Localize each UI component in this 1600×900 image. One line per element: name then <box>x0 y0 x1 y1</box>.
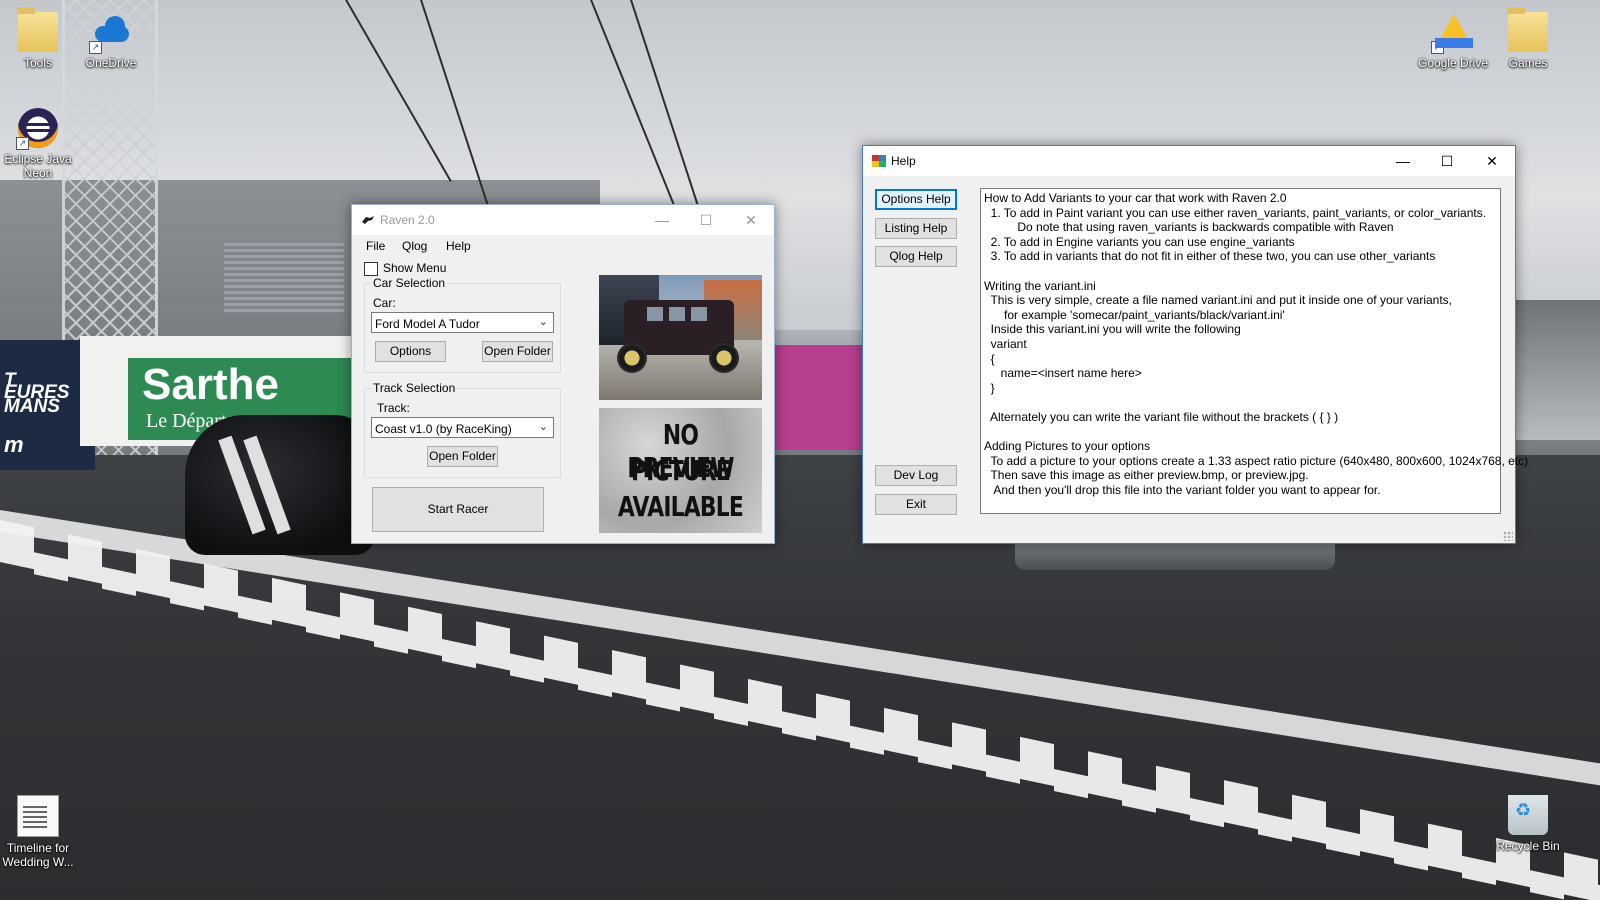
checkbox-box[interactable] <box>364 262 378 276</box>
group-label: Track Selection <box>371 381 458 395</box>
help-line: { <box>984 351 995 366</box>
document-icon <box>17 795 59 837</box>
track-selected-value: Coast v1.0 (by RaceKing) <box>375 422 512 436</box>
car-windows <box>647 307 663 321</box>
banner-text: m <box>4 432 24 457</box>
options-button[interactable]: Options <box>375 341 446 362</box>
no-preview-text: PICTURE <box>630 454 731 487</box>
options-help-button[interactable]: Options Help <box>875 189 957 210</box>
race-car <box>185 415 375 555</box>
track-preview-image: NO PREVIEW PICTURE AVAILABLE <box>599 408 762 533</box>
desktop-icon-label: Eclipse Java Neon <box>4 152 72 180</box>
shortcut-arrow-icon: ↗ <box>16 137 29 150</box>
desktop-icon-label: Recycle Bin <box>1496 839 1560 853</box>
desktop-icon-tools[interactable]: Tools <box>0 7 76 70</box>
start-racer-button[interactable]: Start Racer <box>372 487 544 532</box>
car-wheel <box>617 343 647 373</box>
maximize-button[interactable]: ☐ <box>683 205 729 235</box>
car-select[interactable]: Ford Model A Tudor ⌄ <box>371 312 554 333</box>
car-open-folder-button[interactable]: Open Folder <box>482 341 553 362</box>
qlog-help-button[interactable]: Qlog Help <box>875 246 957 267</box>
help-line: How to Add Variants to your car that wor… <box>984 191 1287 205</box>
group-label: Car Selection <box>371 276 448 290</box>
window-title: Help <box>891 154 916 168</box>
onedrive-cloud-icon: ↗ <box>89 12 131 54</box>
help-line: 3. To add in variants that do not fit in… <box>984 249 1436 264</box>
menu-bar: File Qlog Help <box>352 235 774 257</box>
folder-icon <box>1507 7 1548 52</box>
menu-help[interactable]: Help <box>446 239 471 253</box>
car-selection-group: Car Selection Car: Ford Model A Tudor ⌄ … <box>364 276 561 373</box>
help-line: Alternately you can write the variant fi… <box>984 410 1339 424</box>
desktop-icon-google-drive[interactable]: ↗ Google Drive <box>1415 12 1491 70</box>
right-background <box>1515 300 1600 440</box>
window-title: Raven 2.0 <box>380 213 435 227</box>
chevron-down-icon: ⌄ <box>538 421 548 433</box>
close-button[interactable]: ✕ <box>728 205 774 235</box>
help-titlebar[interactable]: Help — ☐ ✕ <box>863 146 1515 176</box>
help-line: 2. To add in Engine variants you can use… <box>984 234 1295 249</box>
minimize-button[interactable]: — <box>1380 146 1426 176</box>
help-line: name=<insert name here> <box>984 366 1142 381</box>
help-line: Adding Pictures to your options <box>984 439 1151 454</box>
track-selection-group: Track Selection Track: Coast v1.0 (by Ra… <box>364 381 561 478</box>
shortcut-arrow-icon: ↗ <box>1431 41 1444 54</box>
help-line: for example 'somecar/paint_variants/blac… <box>984 307 1285 322</box>
help-line: } <box>984 380 995 395</box>
maximize-button[interactable]: ☐ <box>1424 146 1470 176</box>
raven-bird-icon <box>362 216 374 224</box>
help-line: To add a picture to your options create … <box>984 453 1529 468</box>
resize-grip-icon[interactable] <box>1503 531 1513 541</box>
desktop-icon-label: Google Drive <box>1417 56 1489 70</box>
desktop-icon-label: Timeline for Wedding W... <box>2 841 74 869</box>
no-preview-text: AVAILABLE <box>617 490 744 523</box>
help-line: 1. To add in Paint variant you can use e… <box>984 205 1487 220</box>
desktop-icon-eclipse[interactable]: ↗ Eclipse Java Neon <box>0 108 76 180</box>
eclipse-icon: ↗ <box>16 108 58 150</box>
exit-button[interactable]: Exit <box>875 494 957 515</box>
desktop-icon-recycle-bin[interactable]: Recycle Bin <box>1490 795 1566 853</box>
help-window[interactable]: Help — ☐ ✕ Options Help Listing Help Qlo… <box>862 145 1528 544</box>
help-line: Do note that using raven_variants is bac… <box>984 220 1394 235</box>
car-wheel <box>709 343 739 373</box>
google-drive-icon: ↗ <box>1431 12 1473 54</box>
track-select[interactable]: Coast v1.0 (by RaceKing) ⌄ <box>371 417 554 438</box>
help-text-area[interactable]: How to Add Variants to your car that wor… <box>980 188 1528 514</box>
menu-file[interactable]: File <box>366 239 385 253</box>
folder-icon <box>17 7 58 52</box>
help-line: variant <box>984 337 1027 351</box>
garage-shutter <box>224 243 344 313</box>
desktop-icon-label: OneDrive <box>85 56 137 70</box>
recycle-bin-icon <box>1508 795 1548 835</box>
raven-window[interactable]: Raven 2.0 — ☐ ✕ File Qlog Help Show Menu… <box>351 204 775 544</box>
checkbox-label: Show Menu <box>383 261 447 275</box>
raven-titlebar[interactable]: Raven 2.0 — ☐ ✕ <box>352 205 774 235</box>
pink-barrier <box>772 345 872 450</box>
help-window-icon <box>872 155 886 167</box>
close-button[interactable]: ✕ <box>1469 146 1515 176</box>
desktop-icon-onedrive[interactable]: ↗ OneDrive <box>73 12 149 70</box>
help-line: Then save this image as either preview.b… <box>984 468 1309 483</box>
banner-text: MANS <box>4 396 60 417</box>
help-line: And then you'll drop this file into the … <box>984 483 1381 497</box>
desktop-icon-games[interactable]: Games <box>1490 7 1566 70</box>
help-line: This is very simple, create a file named… <box>984 293 1453 308</box>
minimize-button[interactable]: — <box>639 205 685 235</box>
car-label: Car: <box>373 296 396 310</box>
menu-qlog[interactable]: Qlog <box>402 239 427 253</box>
help-line: Writing the variant.ini <box>984 278 1096 293</box>
desktop-icon-label: Games <box>1508 56 1548 70</box>
help-line: Inside this variant.ini you will write t… <box>984 322 1241 337</box>
banner-main-text: Sarthe <box>142 360 279 409</box>
track-label: Track: <box>377 401 410 415</box>
car-selected-value: Ford Model A Tudor <box>375 317 480 331</box>
listing-help-button[interactable]: Listing Help <box>875 218 957 239</box>
desktop-icon-label: Tools <box>23 56 52 70</box>
chevron-down-icon: ⌄ <box>538 316 548 328</box>
shortcut-arrow-icon: ↗ <box>89 41 102 54</box>
desktop-icon-timeline[interactable]: Timeline for Wedding W... <box>0 795 76 869</box>
dev-log-button[interactable]: Dev Log <box>875 465 957 486</box>
track-open-folder-button[interactable]: Open Folder <box>427 446 498 467</box>
car-preview-image <box>599 275 762 400</box>
